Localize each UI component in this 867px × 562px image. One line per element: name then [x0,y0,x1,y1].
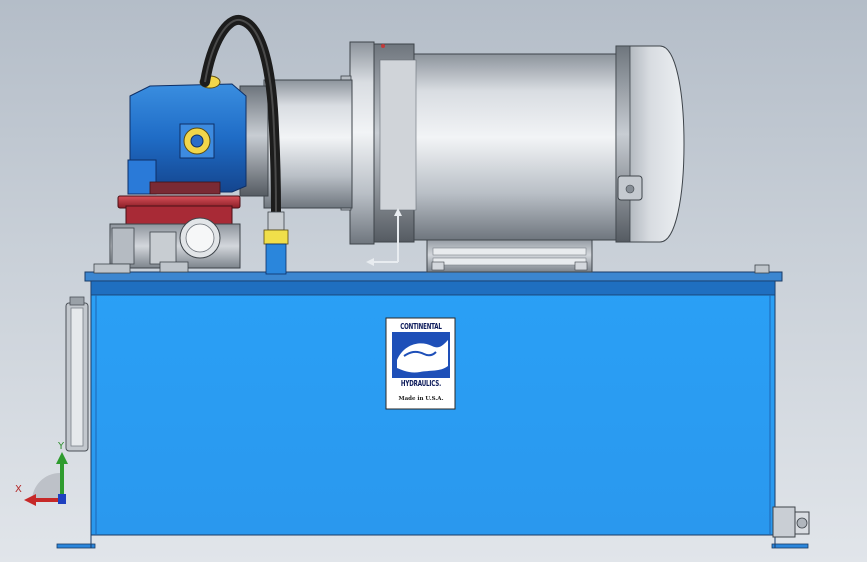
nameplate-brand-line2: HYDRAULICS. [400,379,442,388]
drain-plug[interactable] [772,506,810,538]
pump-manifold[interactable] [93,217,241,274]
hydraulic-pump[interactable] [127,75,247,195]
sight-gauge[interactable] [65,296,89,452]
z-axis-arrow-icon [58,494,66,504]
triad-y-label: Y [58,441,65,452]
nameplate-brand-line1: CONTINENTAL [400,322,442,331]
view-triad[interactable] [24,452,68,506]
nameplate-made-in: Made in U.S.A. [398,396,444,402]
triad-x-label: X [15,484,22,495]
graphics-viewport[interactable]: CONTINENTAL HYDRAULICS. Made in U.S.A. Y… [0,0,867,562]
adapter-ring [117,195,241,229]
cad-model[interactable] [0,0,867,562]
reservoir-tank[interactable] [56,271,809,549]
bell-housing[interactable] [239,79,353,209]
electric-motor[interactable] [340,41,685,245]
